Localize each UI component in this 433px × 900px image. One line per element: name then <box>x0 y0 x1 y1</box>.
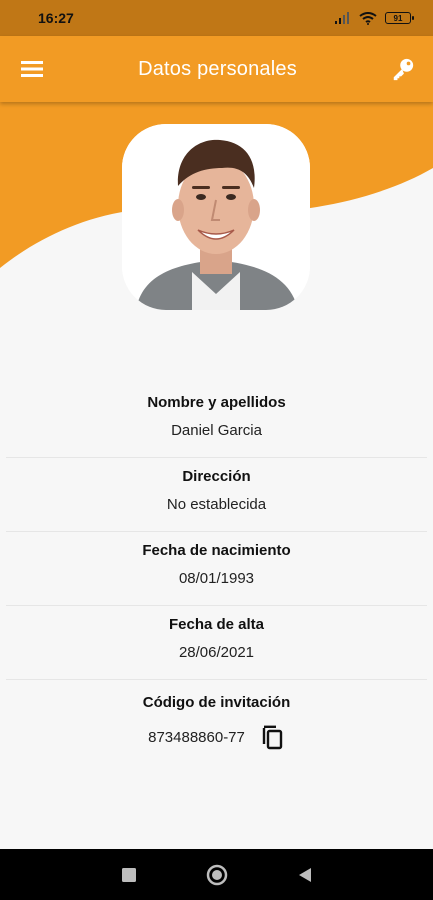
triangle-back-icon <box>298 867 311 882</box>
copy-code-button[interactable] <box>259 724 285 750</box>
info-value: No establecida <box>166 496 267 513</box>
info-label: Nombre y apellidos <box>147 394 286 411</box>
info-label: Fecha de nacimiento <box>142 542 291 559</box>
info-value: Daniel Garcia <box>171 422 262 439</box>
battery-level: 91 <box>393 13 403 23</box>
menu-button[interactable] <box>20 57 44 81</box>
home-button[interactable] <box>204 862 230 888</box>
avatar[interactable] <box>122 124 310 310</box>
status-icons: 91 <box>335 11 414 25</box>
status-time: 16:27 <box>38 10 74 26</box>
key-icon <box>393 58 414 81</box>
invitation-label: Código de invitación <box>142 694 291 711</box>
status-bar: 16:27 91 <box>0 0 433 36</box>
copy-icon <box>262 725 283 750</box>
profile-photo <box>122 124 310 310</box>
info-value: 28/06/2021 <box>178 644 255 661</box>
recents-button[interactable] <box>116 862 142 888</box>
change-password-button[interactable] <box>391 57 415 81</box>
info-item-name: Nombre y apellidos Daniel Garcia <box>6 384 427 458</box>
info-item-birthdate: Fecha de nacimiento 08/01/1993 <box>6 532 427 606</box>
signal-icon <box>335 12 349 24</box>
invitation-code: 873488860-77 <box>148 728 245 746</box>
screen: 16:27 91 Datos personales Nombre y apell… <box>0 0 433 900</box>
battery-icon: 91 <box>385 12 414 24</box>
back-button[interactable] <box>292 862 318 888</box>
app-bar: Datos personales <box>0 36 433 102</box>
system-nav-bar <box>0 849 433 900</box>
info-value: 08/01/1993 <box>178 570 255 587</box>
circle-icon <box>206 864 227 885</box>
square-icon <box>121 867 136 882</box>
info-label: Dirección <box>182 468 251 485</box>
page-title: Datos personales <box>138 57 297 80</box>
invitation-row: 873488860-77 <box>6 724 427 750</box>
menu-icon <box>21 61 43 77</box>
info-item-signup-date: Fecha de alta 28/06/2021 <box>6 606 427 680</box>
info-item-invitation: Código de invitación 873488860-77 <box>6 680 427 750</box>
wifi-icon <box>359 11 377 25</box>
info-item-address: Dirección No establecida <box>6 458 427 532</box>
info-label: Fecha de alta <box>168 616 265 633</box>
personal-info-list: Nombre y apellidos Daniel Garcia Direcci… <box>0 384 433 750</box>
